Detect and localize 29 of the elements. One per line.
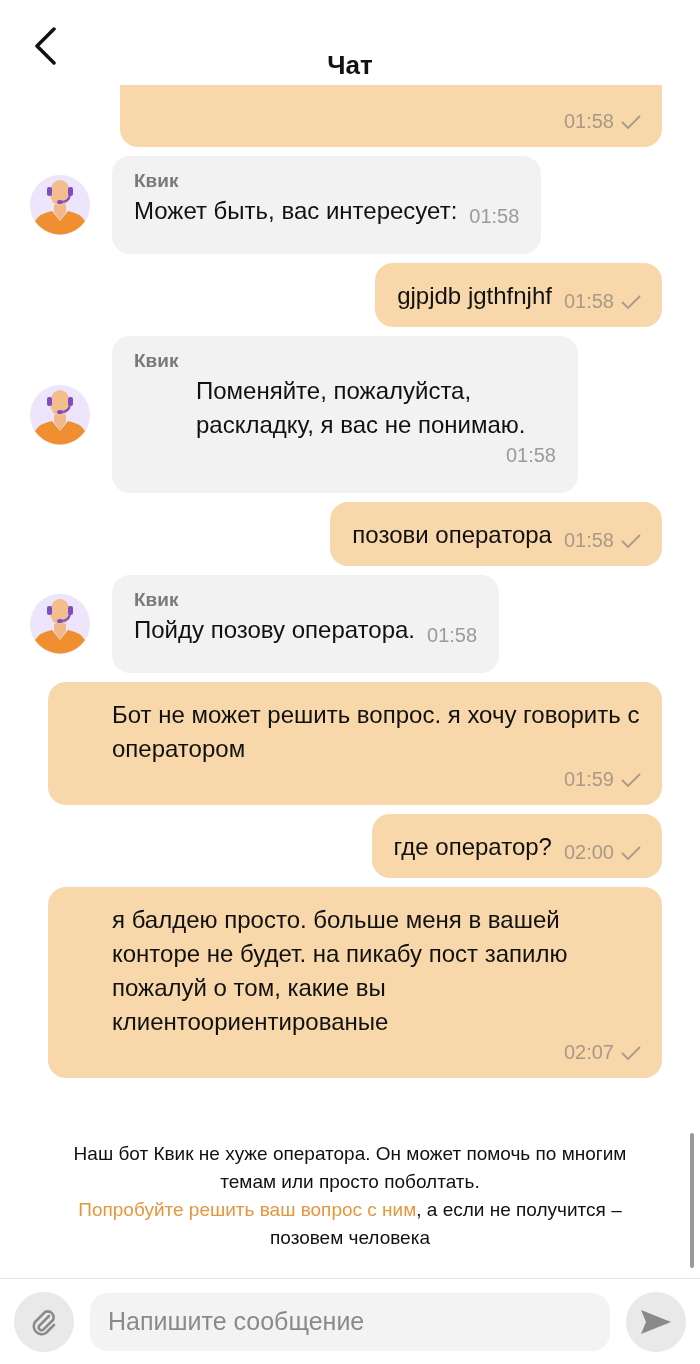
- message-text: Пойду позову оператора.: [134, 615, 415, 645]
- back-icon[interactable]: [33, 27, 57, 65]
- message-text: Бот не может решить вопрос. я хочу говорить с оператором: [112, 700, 641, 764]
- operator-avatar-icon: [30, 594, 90, 654]
- message-time: 01:58: [563, 529, 614, 552]
- sender-name: Квик: [134, 589, 180, 611]
- message-time: 01:58: [427, 624, 478, 647]
- message-time: 01:58: [563, 110, 614, 133]
- message-text: Поменяйте, пожалуйста, раскладку, я вас не понимаю.: [196, 376, 527, 440]
- scrollbar[interactable]: [690, 1133, 694, 1268]
- chat-title: Чат: [327, 50, 373, 81]
- sender-name: Квик: [134, 350, 180, 372]
- message-text: я балдею просто. больше меня в вашей конторе не будет. на пикабу пост запилю пожалуй о том, какие вы клиентоориентированые: [112, 905, 569, 1037]
- message-time: 02:07: [563, 1041, 614, 1064]
- message-time: 01:59: [563, 768, 614, 791]
- bot-notice: Наш бот Квик не хуже оператора. Он может помочь по многим темам или просто поболтать. Попробуйте решить ваш вопрос с ним, а если не получится – позовем человека: [72, 1142, 628, 1250]
- message-text: gjpjdb jgthfnjhf: [397, 281, 552, 311]
- message-time: 02:00: [563, 841, 614, 864]
- message-time: 01:58: [563, 290, 614, 313]
- message-time: 01:58: [469, 205, 520, 228]
- message-text: Может быть, вас интересует:: [134, 196, 458, 226]
- message-text: где оператор?: [393, 832, 552, 862]
- try-bot-link[interactable]: Попробуйте решить ваш вопрос с ним: [78, 1199, 417, 1220]
- sender-name: Квик: [134, 170, 180, 192]
- message-input-field[interactable]: Напишите сообщение: [90, 1292, 610, 1351]
- operator-avatar-icon: [30, 384, 90, 445]
- message-time: 01:58: [505, 444, 556, 467]
- message-text: позови оператора: [352, 520, 552, 550]
- operator-avatar-icon: [30, 175, 90, 235]
